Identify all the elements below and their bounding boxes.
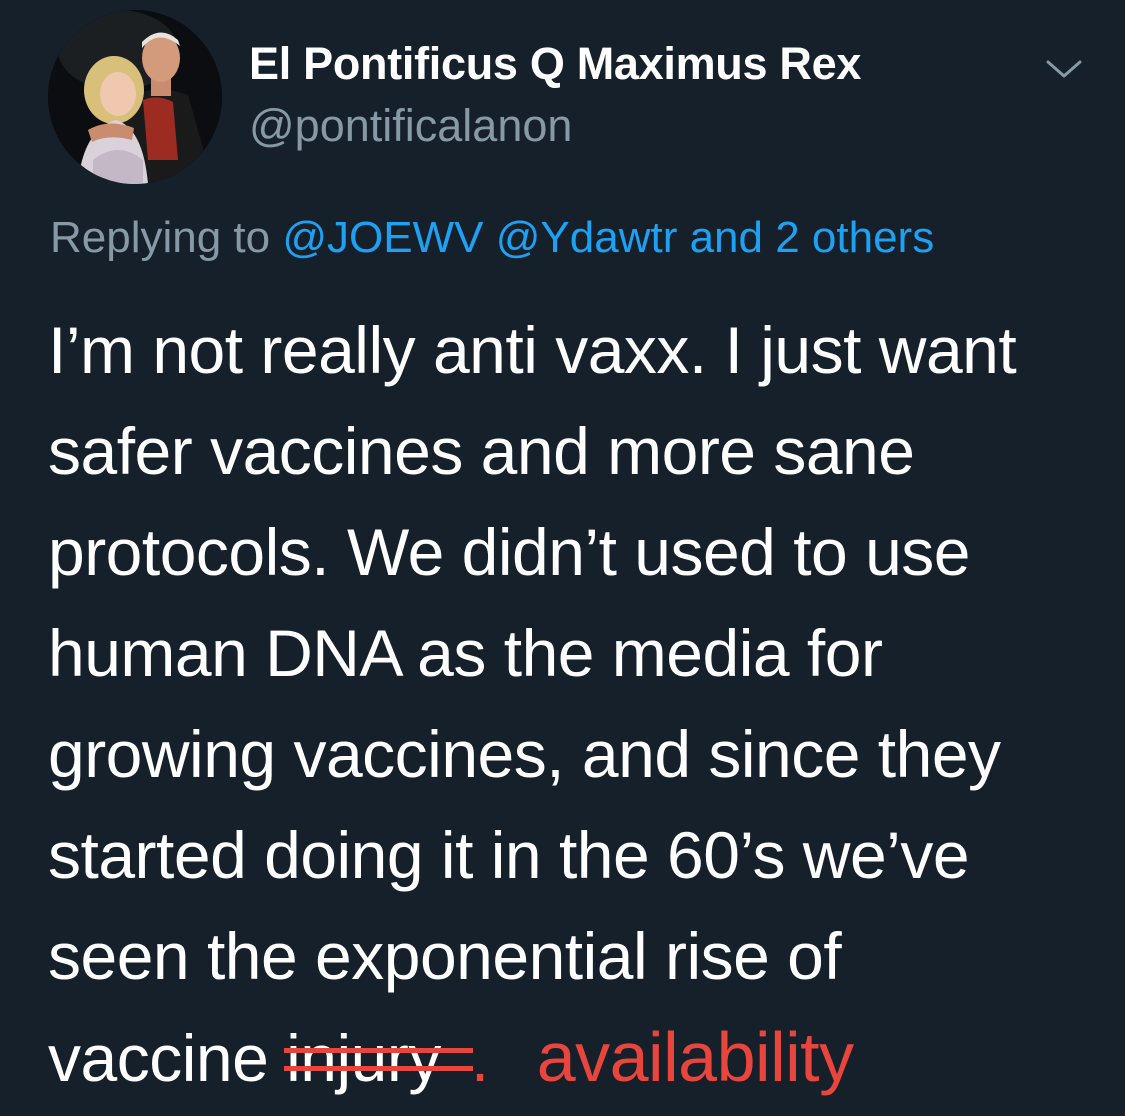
handwritten-annotation: availability bbox=[536, 1018, 854, 1096]
tweet-line: seen the exponential rise of bbox=[48, 919, 842, 993]
replying-to-line: Replying to @JOEWV @Ydawtr and 2 others bbox=[50, 213, 934, 263]
avatar[interactable] bbox=[48, 10, 222, 184]
replying-prefix: Replying to bbox=[50, 213, 271, 262]
tweet-text: I’m not really anti vaxx. I just want sa… bbox=[48, 300, 1108, 1109]
avatar-photo bbox=[48, 10, 222, 184]
struck-word: injury bbox=[284, 1008, 473, 1109]
tweet-line: growing vaccines, and since they bbox=[48, 717, 1001, 791]
tweet: El Pontificus Q Maximus Rex @pontificala… bbox=[0, 0, 1125, 1116]
mention-link[interactable]: @Ydawtr bbox=[496, 213, 678, 262]
struck-dot: . bbox=[470, 1021, 489, 1095]
chevron-down-icon[interactable] bbox=[1044, 54, 1084, 84]
display-name[interactable]: El Pontificus Q Maximus Rex bbox=[249, 38, 861, 90]
tweet-line: protocols. We didn’t used to use bbox=[48, 515, 971, 589]
tweet-line: I’m not really anti vaxx. I just want bbox=[48, 313, 1017, 387]
last-line-lead: vaccine bbox=[48, 1021, 287, 1095]
tweet-last-line: vaccine injury. availability bbox=[48, 1007, 1108, 1109]
tweet-line: started doing it in the 60’s we’ve bbox=[48, 818, 970, 892]
tweet-line: human DNA as the media for bbox=[48, 616, 883, 690]
user-handle[interactable]: @pontificalanon bbox=[249, 100, 572, 152]
mention-link[interactable]: @JOEWV bbox=[282, 213, 483, 262]
others-link[interactable]: and 2 others bbox=[690, 213, 935, 262]
tweet-line: safer vaccines and more sane bbox=[48, 414, 915, 488]
